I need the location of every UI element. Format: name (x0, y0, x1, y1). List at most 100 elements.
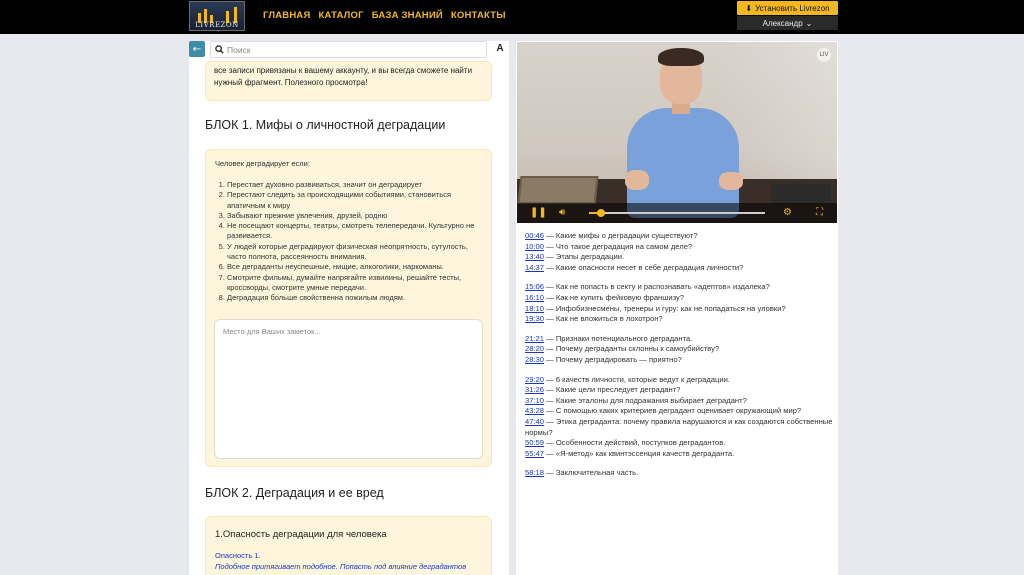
settings-gear-icon[interactable]: ⚙ (783, 207, 792, 219)
install-label: Установить Livrezon (755, 3, 830, 13)
timecode-link[interactable]: 28:30 (525, 355, 544, 364)
timecode-link[interactable]: 55:47 (525, 449, 544, 458)
timecode-link[interactable]: 14:37 (525, 263, 544, 272)
timecode-link[interactable]: 28:20 (525, 344, 544, 353)
timecode-link[interactable]: 29:20 (525, 375, 544, 384)
block1-list: Перестает духовно развиваться, значит он… (215, 180, 483, 304)
chevron-down-icon: ⌄ (805, 18, 813, 28)
timecode-row: 58:18 — Заключительная часть. (525, 468, 639, 478)
timecode-row: 14:37 — Какие опасности несет в себе дег… (525, 262, 744, 272)
timecode-text: Инфобизнесмены, тренеры и гуру: как не п… (555, 303, 786, 313)
timecode-text: Этапы деградации. (555, 252, 625, 262)
user-menu[interactable]: Александр ⌄ (737, 16, 838, 30)
search-input[interactable] (227, 44, 467, 55)
timecode-group: 00:46 — Какие мифы о деградации существу… (525, 231, 833, 273)
progress-track[interactable] (589, 212, 765, 214)
list-item: Смотрите фильмы, думайте напрягайте изви… (227, 273, 483, 294)
video-player[interactable]: LIV ❚❚ 🔊︎ ⚙ ⛶ (517, 42, 837, 223)
list-item: Все деграданты неуспешные, нищие, алкого… (227, 262, 483, 272)
timecode-row: 43:28 — С помощью каких критериев деград… (525, 406, 802, 416)
timecode-text: «Я-метод» как квинтэссенция качеств дегр… (555, 448, 735, 458)
block1-card: Человек деградирует если: Перестает духо… (205, 149, 492, 467)
timecode-text: Какие опасности несет в себе деградация … (555, 262, 744, 272)
timecode-row: 19:30 — Как не вложиться в лохотрон? (525, 314, 663, 324)
timecode-link[interactable]: 21:21 (525, 334, 544, 343)
volume-icon[interactable]: 🔊︎ (559, 207, 565, 219)
install-button[interactable]: ⬇ Установить Livrezon (737, 1, 838, 15)
list-item: Забывают прежние увлечения, друзей, родн… (227, 211, 483, 221)
timecode-link[interactable]: 37:10 (525, 396, 544, 405)
timecode-row: 18:10 — Инфобизнесмены, тренеры и гуру: … (525, 303, 786, 313)
main-nav: ГЛАВНАЯ КАТАЛОГ БАЗА ЗНАНИЙ КОНТАКТЫ (263, 10, 506, 21)
timecode-row: 10:00 — Что такое деградация на самом де… (525, 241, 693, 251)
timecode-text: Какие цели преследует деградант? (555, 385, 681, 395)
list-item: Не посещают концерты, театры, смотреть т… (227, 221, 483, 242)
timecode-row: 37:10 — Какие эталоны для подражания выб… (525, 395, 747, 405)
block1-intro: Человек деградирует если: (215, 159, 310, 168)
back-button[interactable]: ← (189, 41, 205, 57)
notice-text: все записи привязаны к вашему аккаунту, … (214, 66, 473, 87)
logo-text: LIVREZON (195, 21, 239, 29)
nav-knowledge-base[interactable]: БАЗА ЗНАНИЙ (372, 10, 443, 21)
video-prop-left (517, 176, 599, 204)
search-icon (215, 45, 224, 54)
timecode-text: С помощью каких критериев деградант оцен… (555, 406, 802, 416)
timecode-row: 28:30 — Почему деградировать — приятно? (525, 354, 682, 364)
timecode-text: Особенности действий, поступков деградан… (555, 438, 726, 448)
timecode-link[interactable]: 19:30 (525, 314, 544, 323)
timecode-link[interactable]: 18:10 (525, 304, 544, 313)
timecode-row: 00:46 — Какие мифы о деградации существу… (525, 231, 698, 240)
video-panel: LIV ❚❚ 🔊︎ ⚙ ⛶ 00:46 — Какие мифы о дегра… (516, 41, 838, 575)
danger-text: Подобное притягивает подобное. Попасть п… (215, 562, 467, 571)
timecode-text: Этика деграданта: почему правила нарушаю… (525, 416, 833, 437)
block2-title: БЛОК 2. Деградация и ее вред (205, 486, 384, 500)
timecode-link[interactable]: 16:10 (525, 293, 544, 302)
timecode-text: Как не купить фейковую франшизу? (555, 292, 685, 302)
nav-home[interactable]: ГЛАВНАЯ (263, 10, 311, 21)
pause-icon[interactable]: ❚❚ (530, 207, 547, 219)
progress-knob[interactable] (597, 209, 605, 217)
timecode-row: 29:20 — 6 качеств личности, которые веду… (525, 374, 730, 384)
fullscreen-icon[interactable]: ⛶ (816, 207, 823, 219)
timecode-row: 55:47 — «Я-метод» как квинтэссенция каче… (525, 448, 735, 458)
livrezon-logo[interactable]: LIVREZON (189, 1, 245, 31)
timecode-link[interactable]: 43:28 (525, 406, 544, 415)
timecode-row: 47:40 — Этика деграданта: почему правила… (525, 416, 833, 437)
search-row: ← A (189, 41, 509, 58)
nav-contacts[interactable]: КОНТАКТЫ (451, 10, 506, 21)
notes-textarea[interactable] (223, 327, 474, 451)
download-icon: ⬇ (745, 3, 753, 13)
top-bar: LIVREZON ГЛАВНАЯ КАТАЛОГ БАЗА ЗНАНИЙ КОН… (0, 0, 1024, 34)
notes-content[interactable]: все записи привязаны к вашему аккаунту, … (189, 61, 509, 575)
notice-card: все записи привязаны к вашему аккаунту, … (205, 61, 492, 101)
font-size-button[interactable]: A (493, 43, 507, 57)
user-name: Александр (762, 18, 803, 28)
timecode-row: 50:59 — Особенности действий, поступков … (525, 438, 726, 448)
search-field[interactable] (210, 41, 487, 58)
timecode-row: 21:21 — Признаки потенциального деградан… (525, 333, 693, 343)
timecode-link[interactable]: 58:18 (525, 468, 544, 477)
list-item: Перестают следить за происходящими событ… (227, 190, 483, 211)
timecode-text: Что такое деградация на самом деле? (555, 241, 693, 251)
nav-catalog[interactable]: КАТАЛОГ (319, 10, 364, 21)
timecode-link[interactable]: 13:40 (525, 252, 544, 261)
timecode-row: 31:26 — Какие цели преследует деградант? (525, 385, 681, 395)
timecode-text: Почему деградировать — приятно? (555, 354, 682, 364)
timecode-link[interactable]: 15:06 (525, 282, 544, 291)
block1-title: БЛОК 1. Мифы о личностной деградации (205, 118, 446, 132)
timecode-link[interactable]: 50:59 (525, 438, 544, 447)
list-item: У людей которые деградируют физическая н… (227, 242, 483, 263)
video-watermark: LIV (817, 48, 831, 62)
timecode-text: 6 качеств личности, которые ведут к дегр… (555, 374, 730, 384)
timecode-link[interactable]: 00:46 (525, 231, 544, 240)
danger-label: Опасность 1. (215, 551, 261, 560)
timecode-group: 21:21 — Признаки потенциального деградан… (525, 334, 833, 366)
timecode-link[interactable]: 47:40 (525, 417, 544, 426)
timecode-text: Заключительная часть. (555, 468, 639, 478)
timecode-link[interactable]: 10:00 (525, 242, 544, 251)
timecode-text: Признаки потенциального деграданта. (555, 333, 693, 343)
video-controls: ❚❚ 🔊︎ ⚙ ⛶ (517, 203, 837, 223)
timecode-link[interactable]: 31:26 (525, 385, 544, 394)
video-presenter-body (627, 108, 739, 218)
block2-card-title: 1.Опасность деградации для человека (215, 529, 387, 540)
